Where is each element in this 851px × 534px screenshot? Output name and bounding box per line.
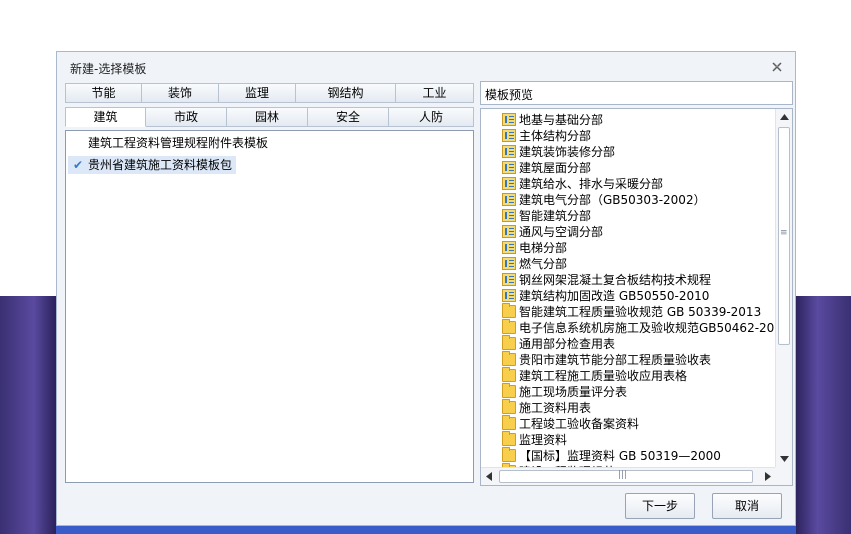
tab-jianzhu[interactable]: 建筑 bbox=[65, 107, 146, 127]
desktop-strip bbox=[56, 526, 796, 534]
document-list-icon bbox=[502, 145, 516, 158]
tree-item-label: 燃气分部 bbox=[519, 257, 568, 271]
document-list-icon bbox=[502, 177, 516, 190]
document-list-icon bbox=[502, 129, 516, 142]
tree-item-label: 智能建筑分部 bbox=[519, 209, 592, 223]
document-list-icon bbox=[502, 225, 516, 238]
tree-item-label: 通风与空调分部 bbox=[519, 225, 604, 239]
preview-tree-content: 地基与基础分部 主体结构分部建筑装饰装修分部 建筑屋面分部建筑给水、排水与采暖分部建… bbox=[481, 109, 776, 467]
template-list: 建筑工程资料管理规程附件表模板 ✔ 贵州省建筑施工资料模板包 bbox=[65, 130, 474, 483]
list-item-label: 建筑工程资料管理规程附件表模板 bbox=[88, 136, 269, 150]
tab-gongye[interactable]: 工业 bbox=[396, 83, 474, 103]
tree-item-label: 建筑结构加固改造 GB50550-2010 bbox=[519, 289, 710, 303]
checkmark-icon: ✔ bbox=[73, 158, 84, 172]
document-list-icon bbox=[502, 241, 516, 254]
tree-item-label: 施工资料用表 bbox=[519, 401, 592, 415]
tab-shizheng[interactable]: 市政 bbox=[146, 107, 227, 127]
tree-item-label: 建筑电气分部（GB50303-2002） bbox=[519, 193, 706, 207]
scroll-left-icon[interactable] bbox=[486, 472, 492, 481]
dialog-titlebar[interactable]: 新建-选择模板 bbox=[57, 52, 795, 82]
tab-zhuangshi[interactable]: 装饰 bbox=[142, 83, 219, 103]
folder-icon bbox=[502, 367, 516, 382]
dialog-title: 新建-选择模板 bbox=[70, 62, 147, 76]
tab-gangjiegou[interactable]: 钢结构 bbox=[296, 83, 396, 103]
folder-icon bbox=[502, 415, 516, 430]
folder-icon bbox=[502, 319, 516, 334]
tab-row-2: 建筑 市政 园林 安全 人防 bbox=[65, 107, 474, 127]
tab-yuanlin[interactable]: 园林 bbox=[227, 107, 308, 127]
tree-item-label: 电梯分部 bbox=[519, 241, 568, 255]
preview-title: 模板预览 bbox=[485, 88, 534, 102]
tree-item-label: 建筑屋面分部 bbox=[519, 161, 592, 175]
vertical-scroll-thumb[interactable]: ≡ bbox=[778, 127, 790, 345]
tree-item-label: 建筑给水、排水与采暖分部 bbox=[519, 177, 664, 191]
close-icon[interactable] bbox=[771, 61, 783, 73]
horizontal-scrollbar[interactable]: ||| bbox=[481, 467, 776, 485]
tree-item-label: 贵阳市建筑节能分部工程质量验收表 bbox=[519, 353, 712, 367]
tree-item-label: 通用部分检查用表 bbox=[519, 337, 616, 351]
folder-icon bbox=[502, 447, 516, 462]
tab-renfang[interactable]: 人防 bbox=[389, 107, 474, 127]
tree-item-label: 建筑装饰装修分部 bbox=[519, 145, 616, 159]
cancel-button[interactable]: 取消 bbox=[712, 493, 782, 519]
scroll-right-icon[interactable] bbox=[765, 472, 771, 481]
tree-item-label: 建筑工程施工质量验收应用表格 bbox=[519, 369, 688, 383]
new-template-dialog: 新建-选择模板 节能 装饰 监理 钢结构 工业 建筑 市政 园林 安全 人防 建… bbox=[56, 51, 796, 526]
desktop-decoration-right bbox=[795, 296, 851, 534]
desktop-decoration-left bbox=[0, 296, 56, 534]
tab-anquan[interactable]: 安全 bbox=[308, 107, 389, 127]
preview-header: 模板预览 bbox=[480, 81, 793, 105]
folder-icon bbox=[502, 303, 516, 318]
scroll-up-icon[interactable] bbox=[780, 114, 789, 120]
folder-icon bbox=[502, 335, 516, 350]
document-list-icon bbox=[502, 193, 516, 206]
folder-icon bbox=[502, 383, 516, 398]
document-list-icon bbox=[502, 273, 516, 286]
document-list-icon bbox=[502, 161, 516, 174]
tree-item-label: 主体结构分部 bbox=[519, 129, 592, 143]
tree-item-label: 钢丝网架混凝土复合板结构技术规程 bbox=[519, 273, 712, 287]
tree-item-label: 监理资料 bbox=[519, 433, 568, 447]
list-item[interactable]: ✔ 贵州省建筑施工资料模板包 bbox=[68, 156, 237, 174]
tab-row-1: 节能 装饰 监理 钢结构 工业 bbox=[65, 83, 474, 103]
tree-item-label: 智能建筑工程质量验收规范 GB 50339-2013 bbox=[519, 305, 762, 319]
folder-icon bbox=[502, 351, 516, 366]
document-list-icon bbox=[502, 209, 516, 222]
document-list-icon bbox=[502, 289, 516, 302]
scroll-down-icon[interactable] bbox=[780, 456, 789, 462]
preview-tree: 地基与基础分部 主体结构分部建筑装饰装修分部 建筑屋面分部建筑给水、排水与采暖分部建… bbox=[480, 108, 793, 486]
folder-icon bbox=[502, 399, 516, 414]
horizontal-scroll-thumb[interactable]: ||| bbox=[499, 470, 753, 483]
tree-item-label: 工程竣工验收备案资料 bbox=[519, 417, 640, 431]
tree-item-label: 电子信息系统机房施工及验收规范GB50462-2008 bbox=[519, 321, 776, 335]
list-item[interactable]: 建筑工程资料管理规程附件表模板 bbox=[68, 134, 272, 152]
document-list-icon bbox=[502, 257, 516, 270]
tree-item-label: 地基与基础分部 bbox=[519, 113, 604, 127]
scroll-corner bbox=[775, 467, 792, 485]
folder-icon bbox=[502, 431, 516, 446]
tab-jieneng[interactable]: 节能 bbox=[65, 83, 142, 103]
vertical-scrollbar[interactable]: ≡ bbox=[775, 109, 792, 467]
tab-jianli[interactable]: 监理 bbox=[219, 83, 296, 103]
document-list-icon bbox=[502, 113, 516, 126]
list-item-label: 贵州省建筑施工资料模板包 bbox=[88, 158, 233, 172]
next-button[interactable]: 下一步 bbox=[625, 493, 695, 519]
tree-item-label: 施工现场质量评分表 bbox=[519, 385, 628, 399]
tree-item-label: 【国标】监理资料 GB 50319—2000 bbox=[519, 449, 721, 463]
